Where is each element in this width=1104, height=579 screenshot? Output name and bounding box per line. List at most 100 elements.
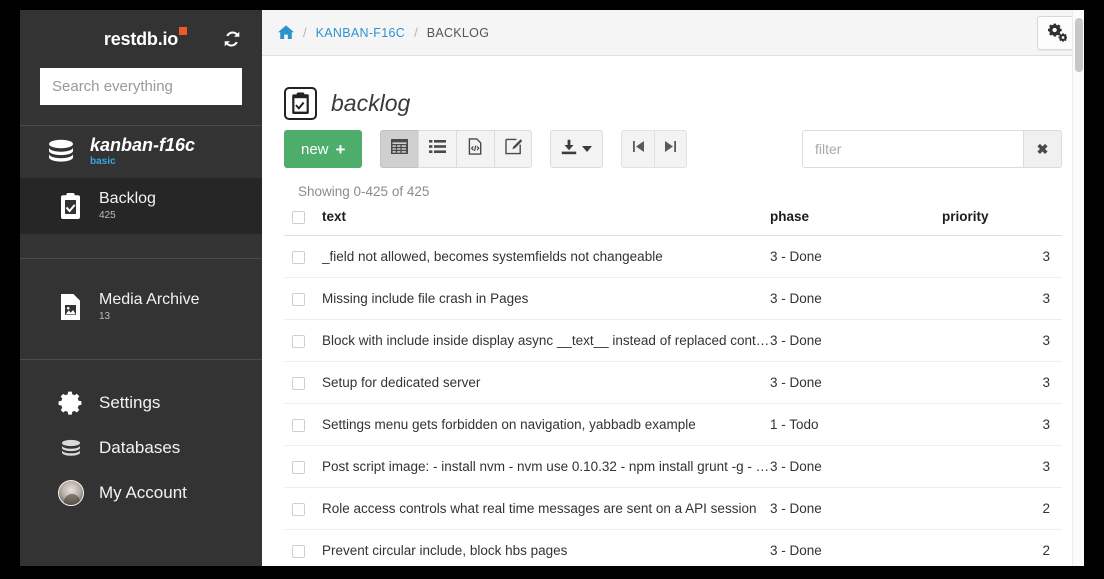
content-area: backlog new + filter ✖ Showing 0-425 of …	[262, 56, 1084, 566]
table-row[interactable]: _field not allowed, becomes systemfields…	[284, 235, 1062, 278]
table-head: text phase priority	[284, 209, 1062, 236]
cell-phase: 3 - Done	[770, 277, 942, 320]
cell-text: Settings menu gets forbidden on navigati…	[322, 403, 770, 446]
media-file-icon	[58, 293, 83, 321]
table-row[interactable]: Role access controls what real time mess…	[284, 487, 1062, 530]
cell-phase: 1 - Todo	[770, 403, 942, 446]
cell-phase: 3 - Done	[770, 361, 942, 404]
brand-label: restdb.io	[103, 28, 179, 49]
row-checkbox[interactable]	[292, 292, 305, 306]
code-file-icon	[467, 138, 484, 160]
sidebar-item-media-archive[interactable]: Media Archive 13	[20, 279, 262, 335]
row-select-cell	[284, 319, 322, 362]
brand-logo[interactable]: restdb.io	[103, 26, 188, 50]
column-header-phase[interactable]: phase	[770, 209, 942, 236]
table-row[interactable]: Prevent circular include, block hbs page…	[284, 529, 1062, 566]
first-page-button[interactable]	[621, 130, 655, 168]
row-select-cell	[284, 361, 322, 404]
database-header[interactable]: kanban-f16c basic	[20, 126, 262, 178]
table-row[interactable]: Settings menu gets forbidden on navigati…	[284, 403, 1062, 446]
home-icon[interactable]	[278, 25, 294, 40]
view-table-button[interactable]	[380, 130, 419, 168]
cell-text: Missing include file crash in Pages	[322, 277, 770, 320]
cell-text: Role access controls what real time mess…	[322, 487, 770, 530]
view-code-button[interactable]	[456, 130, 495, 168]
row-select-cell	[284, 403, 322, 446]
table-row[interactable]: Block with include inside display async …	[284, 319, 1062, 362]
sidebar-item-settings[interactable]: Settings	[20, 380, 262, 425]
breadcrumb-current: BACKLOG	[426, 25, 490, 40]
search-input[interactable]	[40, 68, 242, 105]
row-checkbox[interactable]	[292, 502, 305, 516]
step-backward-icon	[632, 140, 645, 158]
last-page-button[interactable]	[654, 130, 688, 168]
sidebar-header: restdb.io	[20, 10, 262, 68]
row-select-cell	[284, 277, 322, 320]
row-checkbox[interactable]	[292, 376, 305, 390]
breadcrumb-separator: /	[414, 25, 418, 40]
cell-priority: 3	[942, 361, 1062, 404]
sidebar-item-databases[interactable]: Databases	[20, 425, 262, 470]
table-header-row: text phase priority	[284, 209, 1062, 236]
scrollbar-thumb[interactable]	[1075, 18, 1083, 72]
database-icon	[46, 137, 76, 167]
vertical-scrollbar[interactable]	[1072, 10, 1084, 566]
column-header-priority[interactable]: priority	[942, 209, 1062, 236]
database-meta: kanban-f16c basic	[90, 136, 195, 168]
app-window: restdb.io Search everything kanban-f16c …	[20, 10, 1084, 566]
cell-phase: 3 - Done	[770, 487, 942, 530]
sidebar-spacer-media-top	[20, 259, 262, 279]
pagination-group	[621, 130, 688, 168]
toolbar: new + filter ✖	[284, 124, 1062, 168]
table-row[interactable]: Post script image: - install nvm - nvm u…	[284, 445, 1062, 488]
database-name: kanban-f16c	[90, 135, 196, 156]
new-record-button[interactable]: new +	[284, 130, 363, 168]
row-select-cell	[284, 529, 322, 566]
column-header-select	[284, 209, 322, 236]
row-checkbox[interactable]	[292, 544, 305, 558]
row-checkbox[interactable]	[292, 460, 305, 474]
cell-phase: 3 - Done	[770, 445, 942, 488]
row-select-cell	[284, 445, 322, 488]
refresh-icon[interactable]	[222, 29, 242, 49]
filter-input[interactable]	[802, 130, 1024, 168]
import-export-button[interactable]	[550, 130, 604, 168]
sidebar-item-count: 425	[99, 210, 116, 222]
row-checkbox[interactable]	[292, 250, 305, 264]
cell-priority: 3	[942, 277, 1062, 320]
view-list-button[interactable]	[418, 130, 457, 168]
column-header-text[interactable]: text	[322, 209, 770, 236]
close-icon: ✖	[1036, 140, 1049, 157]
row-checkbox[interactable]	[292, 334, 305, 348]
sidebar-item-label: My Account	[99, 482, 187, 502]
sidebar-item-label: Media Archive	[99, 290, 200, 308]
avatar-icon	[58, 479, 84, 506]
sidebar-nav-section: Settings Databases My Account	[20, 359, 262, 515]
sidebar-item-my-account[interactable]: My Account	[20, 470, 262, 515]
cell-text: _field not allowed, becomes systemfields…	[322, 235, 770, 278]
sidebar-spacer-upper	[20, 234, 262, 258]
filter-clear-button[interactable]: ✖	[1024, 130, 1062, 168]
new-record-label: new	[301, 140, 329, 158]
table-row[interactable]: Missing include file crash in Pages 3 - D…	[284, 277, 1062, 320]
brand-dot-icon	[179, 26, 188, 35]
top-bar: / KANBAN-F16C / BACKLOG	[262, 10, 1084, 56]
import-download-icon	[561, 139, 577, 160]
row-select-cell	[284, 235, 322, 278]
sidebar-spacer-media-bottom	[20, 335, 262, 359]
cell-priority: 2	[942, 529, 1062, 566]
plus-icon: +	[335, 139, 346, 159]
record-count-label: Showing 0-425 of 425	[298, 184, 430, 199]
settings-gears-button[interactable]	[1037, 16, 1075, 50]
sidebar-nav-spacer	[20, 360, 262, 380]
breadcrumb-link-database[interactable]: KANBAN-F16C	[316, 26, 405, 40]
clipboard-check-icon	[58, 192, 83, 220]
cell-text: Setup for dedicated server	[322, 361, 770, 404]
database-plan-badge: basic	[90, 155, 116, 167]
step-forward-icon	[664, 140, 677, 158]
table-row[interactable]: Setup for dedicated server 3 - Done 3	[284, 361, 1062, 404]
select-all-checkbox[interactable]	[292, 210, 305, 224]
row-checkbox[interactable]	[292, 418, 305, 432]
view-edit-button[interactable]	[494, 130, 533, 168]
sidebar-item-backlog[interactable]: Backlog 425	[20, 178, 262, 234]
